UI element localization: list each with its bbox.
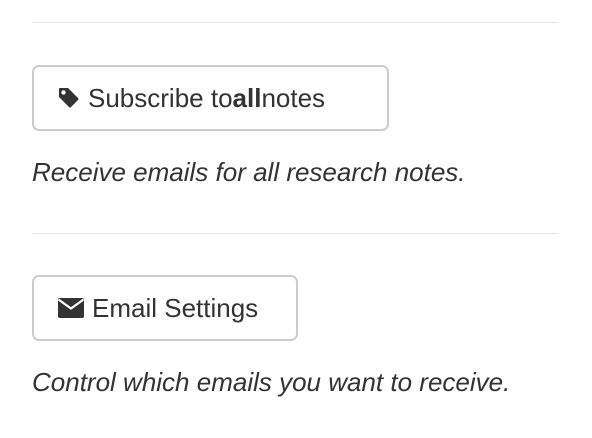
subscribe-description: Receive emails for all research notes. (32, 157, 466, 187)
top-divider (32, 22, 558, 23)
subscribe-label-suffix: notes (261, 82, 326, 113)
envelope-icon (58, 298, 84, 318)
subscribe-all-button[interactable]: Subscribe to all notes (32, 65, 389, 131)
email-settings-button[interactable]: Email Settings (32, 275, 298, 341)
middle-divider (32, 233, 558, 234)
tag-icon (58, 87, 80, 109)
page: Subscribe to all notes Receive emails fo… (0, 0, 592, 438)
subscribe-label-prefix: Subscribe to (88, 82, 233, 113)
email-settings-description: Control which emails you want to receive… (32, 367, 511, 397)
subscribe-label-bold: all (232, 82, 262, 113)
email-settings-label: Email Settings (92, 292, 259, 323)
